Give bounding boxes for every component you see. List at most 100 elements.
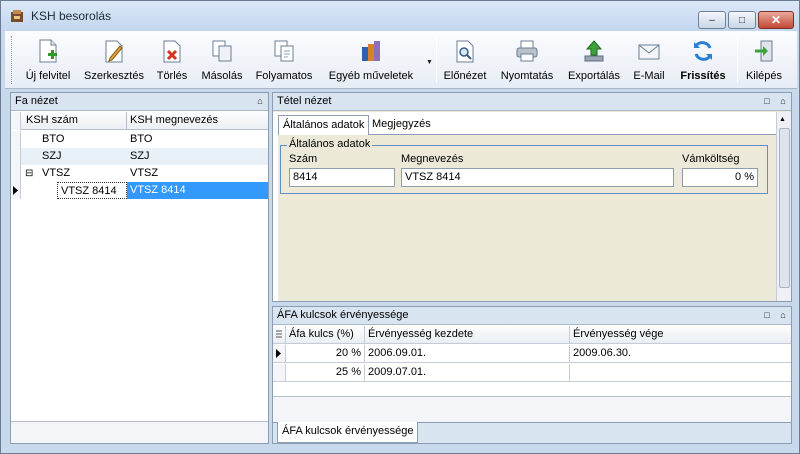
- szam-label: Szám: [289, 153, 318, 165]
- row-indicator: [11, 148, 21, 165]
- afa-cell-rate[interactable]: 25 %: [286, 364, 365, 382]
- toolbar-separator: [737, 37, 738, 83]
- general-tab-page: Általános adatok Szám 8414 Megnevezés VT…: [278, 134, 776, 301]
- new-record-label: Új felvitel: [25, 70, 71, 82]
- print-button[interactable]: Nyomtatás: [497, 34, 557, 86]
- tree-panel-title: Fa nézet: [15, 95, 58, 107]
- row-indicator: [11, 165, 21, 182]
- column-ksh-szam[interactable]: KSH szám: [23, 112, 127, 130]
- afa-cell-end[interactable]: [570, 364, 791, 382]
- row-indicator-header: [11, 112, 21, 130]
- vamkoltseg-label: Vámköltség: [682, 153, 740, 165]
- collapse-icon[interactable]: ⊟: [25, 165, 39, 182]
- grid-selector-icon[interactable]: [273, 326, 286, 344]
- new-record-icon: [36, 38, 60, 64]
- export-icon: [582, 38, 606, 64]
- tab-afa-kulcsok[interactable]: ÁFA kulcsok érvényessége: [277, 422, 419, 443]
- tree-cell-code: BTO: [42, 133, 65, 145]
- tree-row[interactable]: ⊟ VTSZ VTSZ: [11, 165, 268, 182]
- new-record-button[interactable]: Új felvitel: [19, 34, 77, 86]
- szam-field[interactable]: 8414: [289, 168, 395, 187]
- detail-panel-title: Tétel nézet: [277, 95, 332, 107]
- continuous-icon: [272, 38, 296, 64]
- detail-panel-header: Tétel nézet □ ⌂: [273, 93, 791, 111]
- afa-cell-start[interactable]: 2009.07.01.: [365, 364, 570, 382]
- other-actions-dropdown-icon[interactable]: ▼: [426, 59, 433, 66]
- other-actions-button[interactable]: Egyéb műveletek: [323, 34, 419, 86]
- tab-megjegyzes[interactable]: Megjegyzés: [368, 115, 435, 135]
- delete-icon: [160, 38, 184, 64]
- other-actions-label: Egyéb műveletek: [328, 70, 414, 82]
- email-button[interactable]: E-Mail: [631, 34, 667, 86]
- tree-cell-code: VTSZ 8414: [57, 182, 127, 199]
- float-icon[interactable]: □: [762, 96, 772, 106]
- column-ksh-megnevezes[interactable]: KSH megnevezés: [127, 112, 268, 130]
- tree-cell-code: VTSZ: [42, 167, 71, 179]
- detail-content: Általános adatok Megjegyzés Általános ad…: [273, 112, 776, 301]
- refresh-button[interactable]: Frissítés: [675, 34, 731, 86]
- refresh-icon: [691, 38, 715, 64]
- close-button[interactable]: ✕: [758, 11, 794, 29]
- main-window: KSH besorolás – □ ✕ Új felvitel Szerkesz…: [0, 0, 800, 454]
- detail-scrollbar[interactable]: ▲: [776, 112, 791, 301]
- export-button[interactable]: Exportálás: [565, 34, 623, 86]
- export-label: Exportálás: [568, 70, 620, 82]
- minimize-button[interactable]: –: [698, 11, 726, 29]
- general-data-group-title: Általános adatok: [287, 138, 373, 150]
- edit-label: Szerkesztés: [84, 70, 144, 82]
- tree-cell-name: BTO: [130, 133, 153, 145]
- column-ervenyesseg-kezdete[interactable]: Érvényesség kezdete: [365, 326, 570, 344]
- exit-icon: [752, 38, 776, 64]
- continuous-label: Folyamatos: [255, 70, 313, 82]
- email-icon: [637, 38, 661, 64]
- tree-row-selected[interactable]: VTSZ 8414 VTSZ 8414: [11, 182, 268, 199]
- afa-cell-rate[interactable]: 20 %: [286, 345, 365, 363]
- close-icon: ✕: [770, 13, 782, 27]
- pin-icon[interactable]: ⌂: [778, 310, 788, 320]
- exit-button[interactable]: Kilépés: [743, 34, 785, 86]
- preview-icon: [453, 38, 477, 64]
- other-actions-icon: [359, 38, 383, 64]
- delete-button[interactable]: Törlés: [152, 34, 192, 86]
- copy-label: Másolás: [201, 70, 243, 82]
- tab-altalanos-adatok[interactable]: Általános adatok: [278, 115, 370, 135]
- edit-button[interactable]: Szerkesztés: [83, 34, 145, 86]
- column-ervenyesseg-vege[interactable]: Érvényesség vége: [570, 326, 791, 344]
- pin-icon[interactable]: ⌂: [778, 96, 788, 106]
- maximize-icon: □: [738, 14, 746, 26]
- email-label: E-Mail: [633, 70, 665, 82]
- toolbar-grip[interactable]: [11, 36, 14, 84]
- print-icon: [515, 38, 539, 64]
- tree-cell-code: SZJ: [42, 150, 62, 162]
- toolbar: Új felvitel Szerkesztés Törlés Másolás F: [5, 31, 797, 89]
- current-row-indicator: [11, 182, 21, 199]
- afa-grid: Áfa kulcs (%) Érvényesség kezdete Érvény…: [273, 326, 791, 422]
- window-title: KSH besorolás: [31, 9, 112, 23]
- afa-panel: ÁFA kulcsok érvényessége □ ⌂ Áfa kulcs (…: [272, 306, 792, 444]
- scroll-up-icon[interactable]: ▲: [779, 116, 786, 123]
- column-afa-kulcs[interactable]: Áfa kulcs (%): [286, 326, 365, 344]
- copy-button[interactable]: Másolás: [199, 34, 245, 86]
- tree-cell-name: VTSZ: [130, 167, 159, 179]
- exit-label: Kilépés: [745, 70, 783, 82]
- maximize-button[interactable]: □: [728, 11, 756, 29]
- pin-icon[interactable]: ⌂: [255, 96, 265, 106]
- general-data-group: Általános adatok Szám 8414 Megnevezés VT…: [280, 138, 768, 194]
- title-bar[interactable]: KSH besorolás – □ ✕: [1, 1, 799, 31]
- afa-cell-start[interactable]: 2006.09.01.: [365, 345, 570, 363]
- afa-panel-header: ÁFA kulcsok érvényessége □ ⌂: [273, 307, 791, 325]
- scroll-thumb[interactable]: [779, 128, 790, 288]
- afa-grid-footer: [273, 396, 791, 422]
- tree-row[interactable]: BTO BTO: [11, 131, 268, 148]
- tree-row[interactable]: SZJ SZJ: [11, 148, 268, 165]
- vamkoltseg-field[interactable]: 0 %: [682, 168, 758, 187]
- print-label: Nyomtatás: [500, 70, 554, 82]
- afa-cell-end[interactable]: 2009.06.30.: [570, 345, 791, 363]
- preview-label: Előnézet: [443, 70, 487, 82]
- continuous-button[interactable]: Folyamatos: [253, 34, 315, 86]
- megnevezes-field[interactable]: VTSZ 8414: [401, 168, 674, 187]
- preview-button[interactable]: Előnézet: [442, 34, 488, 86]
- detail-tab-strip: Általános adatok Megjegyzés: [278, 115, 776, 135]
- delete-label: Törlés: [156, 70, 188, 82]
- float-icon[interactable]: □: [762, 310, 772, 320]
